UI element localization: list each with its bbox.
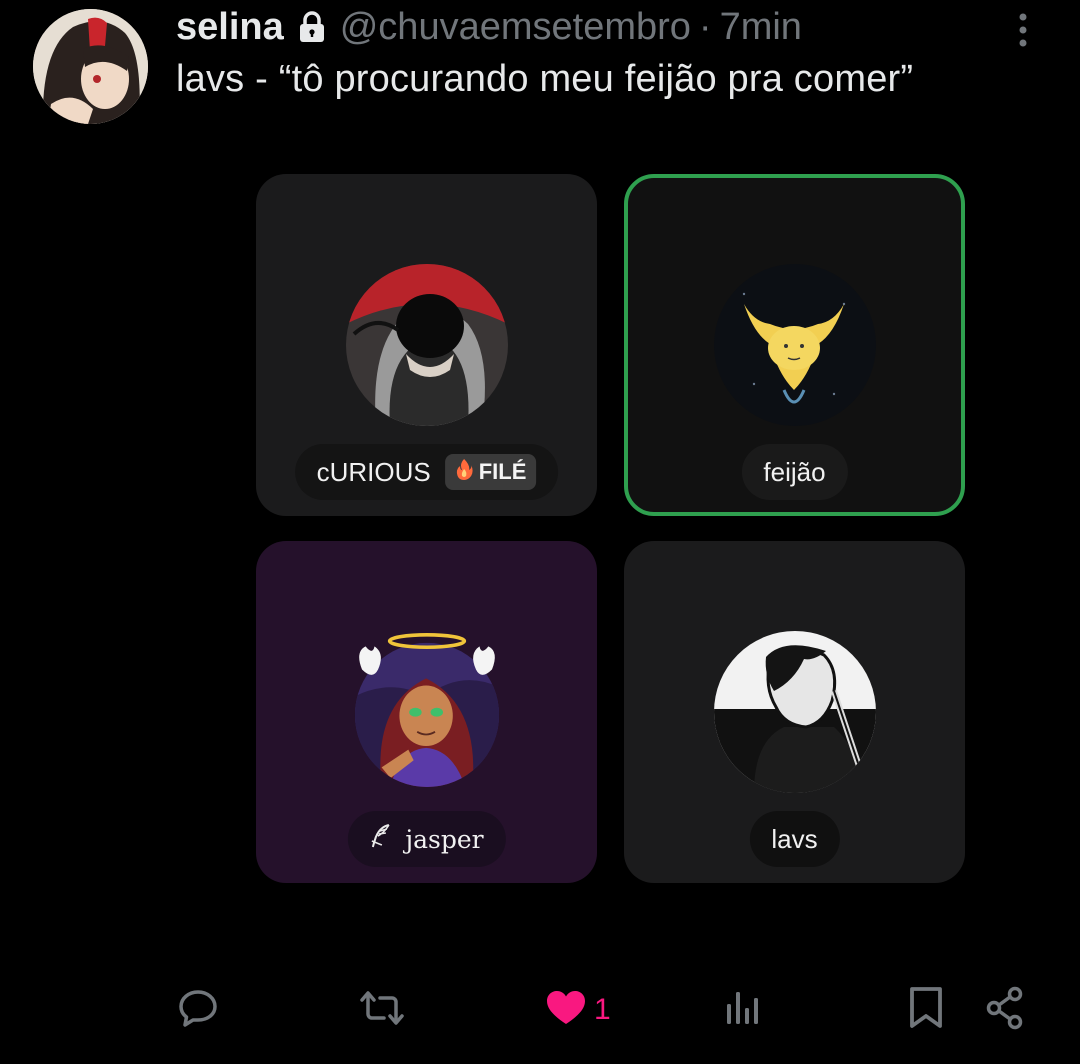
profile-card-lavs[interactable]: lavs [624,541,965,883]
profile-name: feijão [763,456,826,487]
profile-name: cURIOUS [316,456,431,487]
repost-button[interactable] [360,980,412,1040]
repost-icon [360,988,404,1033]
share-icon [985,986,1025,1035]
reply-icon [177,987,219,1034]
profile-name-pill: jasper [347,811,506,867]
author-name[interactable]: selina [176,6,284,49]
action-bar: 1 [0,980,1080,1040]
bookmark-button[interactable] [906,980,946,1040]
post: selina @chuvaemsetembro · 7min lavs - “t… [0,0,1080,1064]
profile-card-jasper[interactable]: jasper [256,541,597,883]
profile-name-pill: cURIOUS FILÉ [294,444,559,500]
profile-avatar [713,264,876,426]
profile-avatar [345,264,508,426]
profile-avatar [713,631,876,793]
like-count: 1 [594,993,611,1026]
lock-icon [298,11,326,43]
file-badge: FILÉ [444,454,537,490]
heart-icon [546,990,586,1031]
post-header: selina @chuvaemsetembro · 7min [176,4,802,50]
feather-icon [369,823,391,855]
badge-label: FILÉ [478,459,527,484]
more-icon [1018,12,1028,53]
views-icon [722,988,762,1033]
profile-card-curious[interactable]: cURIOUS FILÉ [256,174,597,516]
post-time[interactable]: 7min [720,6,802,49]
reply-button[interactable] [177,980,227,1040]
profile-name: jasper [405,824,484,854]
profile-name-pill: feijão [741,444,848,500]
separator-dot: · [698,5,712,48]
more-button[interactable] [1007,10,1039,54]
profile-avatar [346,633,508,807]
author-avatar[interactable] [33,9,148,124]
profile-name-pill: lavs [749,811,840,867]
views-button[interactable] [722,980,770,1040]
bookmark-icon [906,986,946,1035]
like-button[interactable]: 1 [546,980,611,1040]
fire-icon [455,458,473,486]
profile-name: lavs [771,823,818,854]
author-handle[interactable]: @chuvaemsetembro [340,6,691,49]
post-text: lavs - “tô procurando meu feijão pra com… [176,58,914,100]
profile-card-feijao[interactable]: feijão [624,174,965,516]
share-button[interactable] [985,980,1025,1040]
